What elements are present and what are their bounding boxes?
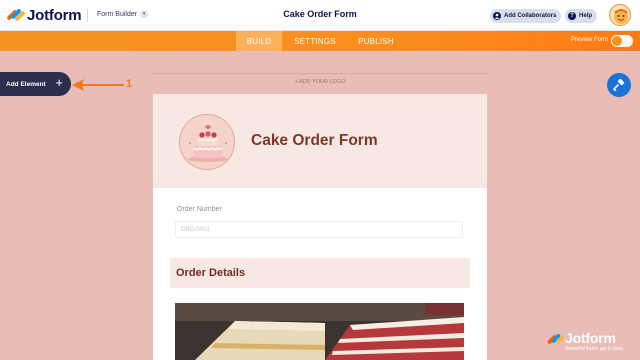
order-number-label: Order Number: [177, 206, 222, 213]
order-details-section[interactable]: Order Details: [170, 258, 470, 288]
form-title[interactable]: Cake Order Form: [251, 132, 378, 150]
form-header[interactable]: Cake Order Form: [153, 94, 487, 188]
form-builder-menu[interactable]: Form Builder ▾: [97, 10, 149, 18]
watermark-logo-icon: [546, 332, 565, 346]
user-avatar[interactable]: [609, 4, 631, 26]
preview-form-label: Preview Form: [571, 37, 609, 43]
jotform-logo[interactable]: Jotform: [6, 6, 82, 24]
jotform-logo-icon: [6, 7, 26, 23]
cake-slice-image: [175, 303, 464, 360]
toggle-knob: [612, 36, 622, 46]
tab-settings-label: SETTINGS: [294, 36, 336, 46]
form-title-header[interactable]: Cake Order Form: [283, 9, 357, 19]
help-label: Help: [579, 13, 593, 19]
cake-photo[interactable]: [175, 303, 464, 360]
cake-icon: [188, 125, 228, 162]
add-collaborators-label: Add Collaborators: [504, 13, 557, 19]
chevron-down-icon: ▾: [140, 10, 149, 18]
order-number-input[interactable]: ORD-0001: [175, 221, 463, 238]
order-number-placeholder: ORD-0001: [181, 226, 210, 233]
form-designer-button[interactable]: [607, 73, 631, 97]
question-icon: ?: [568, 12, 576, 20]
form-card: Cake Order Form Order Number ORD-0001 Or…: [153, 94, 487, 360]
header-divider: [87, 9, 88, 22]
preview-form-toggle[interactable]: [611, 35, 633, 47]
add-logo-link[interactable]: + ADD YOUR LOGO: [290, 79, 350, 85]
jotform-watermark: Jotform Powerful forms get it done: [546, 330, 637, 358]
watermark-tagline: Powerful forms get it done: [565, 346, 624, 352]
form-builder-label: Form Builder: [97, 10, 138, 18]
help-button[interactable]: ? Help: [565, 9, 598, 23]
section-title: Order Details: [176, 267, 246, 279]
tab-publish-label: PUBLISH: [358, 36, 394, 46]
add-collaborators-button[interactable]: Add Collaborators: [490, 9, 562, 23]
paint-roller-icon: [613, 79, 625, 91]
watermark-brand: Jotform: [565, 330, 616, 346]
add-logo-wrap: + ADD YOUR LOGO: [0, 70, 640, 88]
tab-settings[interactable]: SETTINGS: [282, 31, 348, 51]
top-bar: Jotform Form Builder ▾ Cake Order Form A…: [0, 0, 640, 31]
tab-build-label: BUILD: [246, 36, 272, 46]
cake-logo[interactable]: [179, 114, 235, 170]
builder-tabs: BUILD SETTINGS PUBLISH: [236, 31, 404, 51]
user-plus-icon: [493, 12, 501, 20]
tab-publish[interactable]: PUBLISH: [348, 31, 404, 51]
brand-name: Jotform: [27, 6, 82, 24]
tab-build[interactable]: BUILD: [236, 31, 282, 51]
builder-tabs-bar: BUILD SETTINGS PUBLISH Preview Form: [0, 31, 640, 51]
